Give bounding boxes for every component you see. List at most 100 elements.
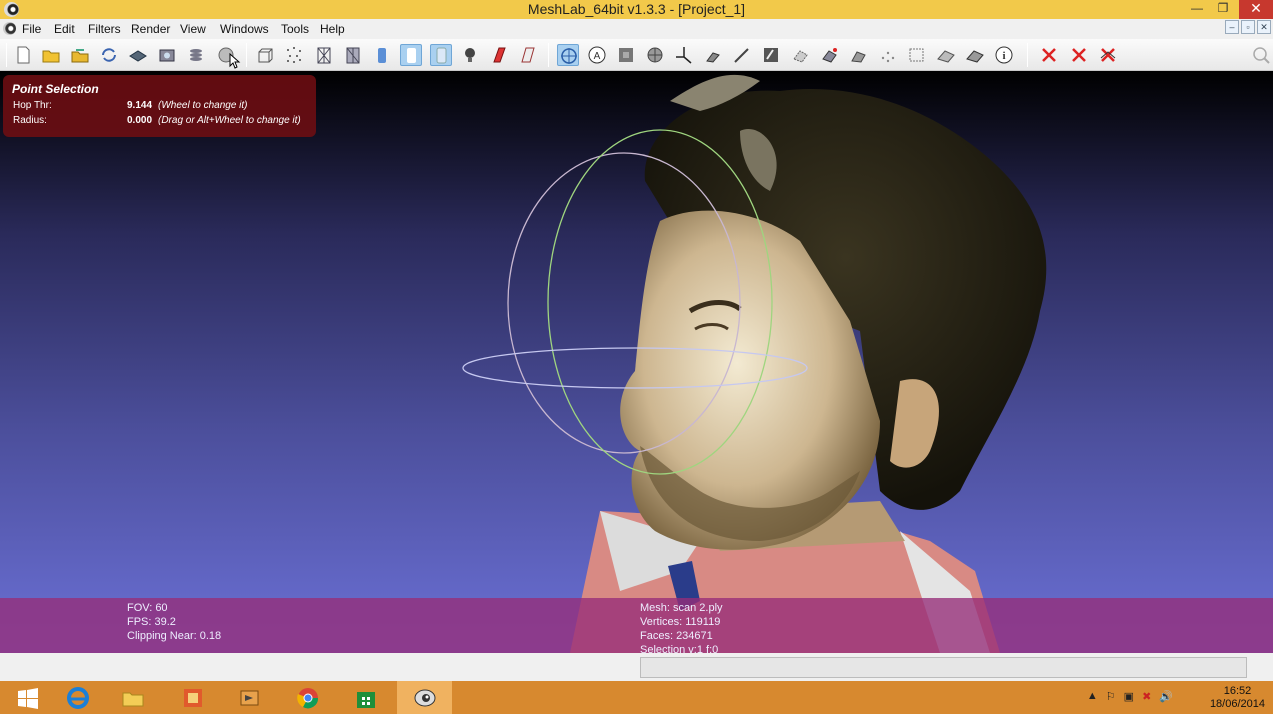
menu-windows[interactable]: Windows [220,22,269,36]
restore-button[interactable]: ❐ [1209,0,1237,19]
no-connection-icon[interactable]: ✖ [1142,690,1151,703]
axis-icon[interactable] [673,44,695,66]
meshlab-icon[interactable] [397,681,452,714]
texture-paint-icon[interactable] [760,44,782,66]
toolbar-separator [246,43,247,67]
window-titlebar: MeshLab_64bit v1.3.3 - [Project_1] — ❐ ✕ [0,0,1273,19]
flat-shading-icon[interactable] [371,44,393,66]
document-icon[interactable] [3,22,16,35]
tray-expand-icon[interactable]: ▲ [1087,690,1098,703]
brush-icon[interactable] [731,44,753,66]
svg-text:A: A [594,51,601,62]
delete-face-icon[interactable] [1068,44,1090,66]
save-layer-icon[interactable] [127,44,149,66]
menu-tools[interactable]: Tools [281,22,309,36]
paint-icon[interactable] [702,44,724,66]
search-icon[interactable] [1250,44,1272,66]
window-title: MeshLab_64bit v1.3.3 - [Project_1] [527,1,746,17]
menu-file[interactable]: File [22,22,41,36]
menu-edit[interactable]: Edit [54,22,75,36]
trackball-icon[interactable] [557,44,579,66]
measure-icon[interactable] [615,44,637,66]
toolbar-separator [548,43,549,67]
toolbar-separator [6,43,7,67]
action-center-flag-icon[interactable]: ⚐ [1106,690,1116,703]
menu-render[interactable]: Render [131,22,170,36]
menu-help[interactable]: Help [320,22,345,36]
3d-viewport[interactable]: Point Selection Hop Thr: 9.144 (Wheel to… [0,71,1273,653]
hop-threshold-hint: (Wheel to change it) [158,100,248,111]
mdi-restore-button[interactable]: ▫ [1241,20,1255,34]
snapshot-icon[interactable] [156,44,178,66]
open-project-icon[interactable] [69,44,91,66]
mesh-name: Mesh: scan 2.ply [640,602,723,614]
layers-icon[interactable] [185,44,207,66]
internet-explorer-icon[interactable] [50,681,105,714]
store-app-icon[interactable] [165,681,220,714]
lighting-icon[interactable] [459,44,481,66]
bounding-box-icon[interactable] [254,44,276,66]
volume-icon[interactable]: 🔊 [1159,690,1173,703]
vertex-count: Vertices: 119119 [640,616,721,628]
align-icon[interactable] [935,44,957,66]
delete-vertex-icon[interactable] [1038,44,1060,66]
media-app-icon[interactable] [222,681,277,714]
clock-date: 18/06/2014 [1209,698,1265,710]
fov-readout: FOV: 60 [127,602,168,614]
menu-view[interactable]: View [180,22,206,36]
mdi-controls: – ▫ ✕ [1225,20,1271,34]
main-toolbar: A i [0,39,1273,71]
menu-bar: File Edit Filters Render View Windows To… [0,19,1273,39]
scanned-head-mesh [462,74,1047,653]
select-face-icon[interactable] [819,44,841,66]
toolbar-separator [1027,43,1028,67]
close-button[interactable]: ✕ [1239,0,1273,19]
select-vertex-icon[interactable] [790,44,812,66]
reload-icon[interactable] [98,44,120,66]
select-point-icon[interactable] [877,44,899,66]
sphere-icon[interactable] [644,44,666,66]
network-icon[interactable]: ▣ [1124,690,1134,703]
svg-text:i: i [1002,50,1005,62]
open-folder-icon[interactable] [40,44,62,66]
system-tray: ▲ ⚐ ▣ ✖ 🔊 [1087,690,1173,703]
wireframe-icon[interactable] [313,44,335,66]
hop-threshold-value: 9.144 [127,100,153,111]
taskbar-clock[interactable]: 16:52 18/06/2014 [1210,685,1265,711]
windows-taskbar: ▲ ⚐ ▣ ✖ 🔊 16:52 18/06/2014 [0,681,1273,714]
start-icon[interactable] [0,681,55,714]
windows-store-icon[interactable] [338,681,393,714]
double-side-icon[interactable] [488,44,510,66]
menu-filters[interactable]: Filters [88,22,121,36]
hidden-lines-icon[interactable] [342,44,364,66]
info-icon[interactable]: i [993,44,1015,66]
align-manual-icon[interactable] [964,44,986,66]
mouse-cursor-icon [229,52,241,69]
face-count: Faces: 234671 [640,630,713,642]
points-icon[interactable] [283,44,305,66]
radius-hint: (Drag or Alt+Wheel to change it) [158,115,301,126]
progress-bar [640,657,1247,678]
select-cc-icon[interactable] [848,44,870,66]
mdi-close-button[interactable]: ✕ [1257,20,1271,34]
point-selection-panel: Point Selection Hop Thr: 9.144 (Wheel to… [3,75,316,137]
annotation-icon[interactable]: A [586,44,608,66]
status-bar [0,653,1273,681]
smooth-shading-icon[interactable] [400,44,422,66]
file-explorer-icon[interactable] [105,681,160,714]
minimize-button[interactable]: — [1183,0,1211,19]
clipping-readout: Clipping Near: 0.18 [127,630,222,642]
chrome-icon[interactable] [280,681,335,714]
mdi-minimize-button[interactable]: – [1225,20,1239,34]
selection-count: Selection v:1 f:0 [640,644,719,653]
radius-value: 0.000 [127,115,153,126]
delete-selection-icon[interactable] [1097,44,1119,66]
select-area-icon[interactable] [906,44,928,66]
fps-readout: FPS: 39.2 [127,616,176,628]
new-file-icon[interactable] [12,44,34,66]
texture-icon[interactable] [430,44,452,66]
radius-label: Radius: [13,115,47,126]
clock-time: 16:52 [1223,685,1252,697]
point-selection-title: Point Selection [12,82,99,96]
fancy-light-icon[interactable] [517,44,539,66]
